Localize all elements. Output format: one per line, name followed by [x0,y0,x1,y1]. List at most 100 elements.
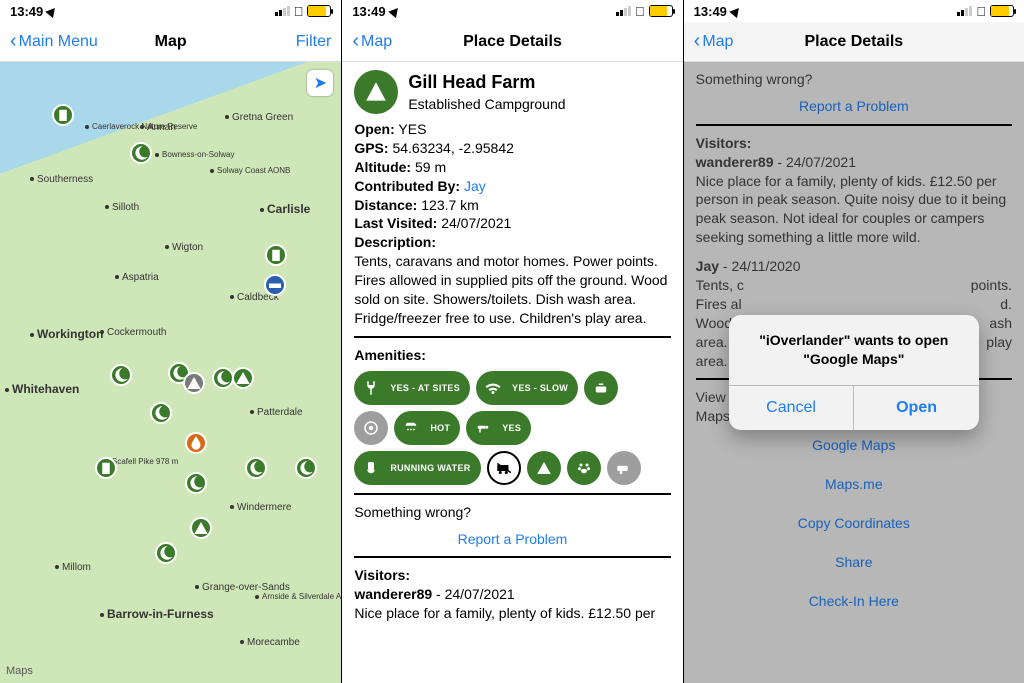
nav-title: Map [155,33,187,51]
map-city-label: Morecambe [240,637,300,648]
wifi-icon: 􀙇 [976,4,986,19]
place-category: Established Campground [408,95,565,114]
something-wrong-label: Something wrong? [354,503,670,522]
map-pin-moon[interactable] [155,542,177,564]
alert-message: "iOverlander" wants to open "Google Maps… [729,315,979,385]
map-city-label: Arnside & Silverdale AONB [255,592,341,601]
map-city-label: Wigton [165,242,203,253]
map-city-label: Southerness [30,174,93,185]
phone-details-screen: 13:49 􀙇 ‹Map Place Details Gill Head Far… [341,0,682,683]
altitude-row: Altitude: 59 m [354,158,670,177]
map-pin-moon[interactable] [110,364,132,386]
map-pin-moon[interactable] [130,142,152,164]
map-city-label: Millom [55,562,91,573]
alert-backdrop: "iOverlander" wants to open "Google Maps… [684,62,1024,683]
amenity-tap: YES [466,411,531,445]
map-pin-building[interactable] [95,457,117,479]
visitors-heading: Visitors: [354,566,670,585]
plug-icon [358,375,384,401]
pot-icon [588,375,614,401]
map-pin-moon[interactable] [295,457,317,479]
map-pin-moon[interactable] [245,457,267,479]
map-attribution: Maps [6,665,33,677]
map-city-label: Silloth [105,202,139,213]
location-icon [388,4,401,17]
status-time: 13:49 [10,4,43,19]
alert-open-button[interactable]: Open [854,386,979,430]
map-view[interactable]: ➤ AnnanGretna GreenCaerlaverock Nature R… [0,62,341,683]
status-bar: 13:49 􀙇 [0,0,341,22]
map-city-label: Workington [30,327,103,341]
trailer-icon [611,455,637,481]
map-pin-moon[interactable] [212,367,234,389]
amenity-toilet: RUNNING WATER [354,451,480,485]
map-city-label: Gretna Green [225,112,293,123]
map-city-label: Windermere [230,502,291,513]
battery-icon [307,5,331,17]
map-city-label: Patterdale [250,407,303,418]
battery-icon [649,5,673,17]
status-time: 13:49 [352,4,385,19]
battery-icon [990,5,1014,17]
back-button[interactable]: ‹Map [352,30,392,53]
details-body: Gill Head Farm Established Campground Op… [342,62,682,683]
map-pin-building[interactable] [265,244,287,266]
back-button[interactable]: ‹Map [694,30,734,53]
map-city-label: Solway Coast AONB [210,166,290,175]
phone-alert-screen: 13:49 􀙇 ‹Map Place Details Something wro… [683,0,1024,683]
map-pin-building[interactable] [52,104,74,126]
amenity-plug: YES - AT SITES [354,371,470,405]
amenity-dish [354,411,388,445]
map-pin-bed[interactable] [264,274,286,296]
map-pin-moon[interactable] [150,402,172,424]
status-bar: 13:49 􀙇 [684,0,1024,22]
nav-title: Place Details [804,33,903,51]
toilet-icon [358,455,384,481]
location-icon [729,4,742,17]
map-pin-drop[interactable] [185,432,207,454]
shower-icon [398,415,424,441]
map-city-label: Aspatria [115,272,159,283]
nav-bar: ‹Main Menu Map Filter [0,22,341,62]
open-app-alert: "iOverlander" wants to open "Google Maps… [729,315,979,429]
open-row: Open: YES [354,120,670,139]
place-name: Gill Head Farm [408,70,565,94]
filter-button[interactable]: Filter [296,33,332,51]
location-icon [46,4,59,17]
amenity-paw [567,451,601,485]
signal-icon [957,6,972,16]
compass-button[interactable]: ➤ [307,70,333,96]
contributor-link[interactable]: Jay [464,178,486,194]
campground-icon [354,70,398,114]
dish-icon [358,415,384,441]
chevron-left-icon: ‹ [352,30,359,53]
map-city-label: Barrow-in-Furness [100,607,214,621]
gps-row: GPS: 54.63234, -2.95842 [354,139,670,158]
phone-map-screen: 13:49 􀙇 ‹Main Menu Map Filter ➤ AnnanGre… [0,0,341,683]
status-bar: 13:49 􀙇 [342,0,682,22]
review-preview: wanderer89 - 24/07/2021 Nice place for a… [354,585,670,623]
map-pin-moon[interactable] [185,472,207,494]
last-visited-row: Last Visited: 24/07/2021 [354,214,670,233]
amenity-rv [487,451,521,485]
map-city-label: Caerlaverock Nature Reserve [85,122,197,131]
amenity-pot [584,371,618,405]
amenity-shower: HOT [394,411,460,445]
distance-row: Distance: 123.7 km [354,196,670,215]
nav-bar: ‹Map Place Details [342,22,682,62]
signal-icon [275,6,290,16]
amenity-tent [527,451,561,485]
map-pin-tent[interactable] [190,517,212,539]
rv-icon [491,455,517,481]
chevron-left-icon: ‹ [694,30,701,53]
alert-cancel-button[interactable]: Cancel [729,386,855,430]
tap-icon [470,415,496,441]
map-pin-tent[interactable] [232,367,254,389]
amenity-wifi: YES - SLOW [476,371,578,405]
report-problem-link[interactable]: Report a Problem [354,530,670,549]
back-button[interactable]: ‹Main Menu [10,30,98,53]
wifi-icon: 􀙇 [294,4,304,19]
details-body: Something wrong? Report a Problem Visito… [684,62,1024,683]
amenity-trailer [607,451,641,485]
map-pin-tent[interactable] [183,372,205,394]
